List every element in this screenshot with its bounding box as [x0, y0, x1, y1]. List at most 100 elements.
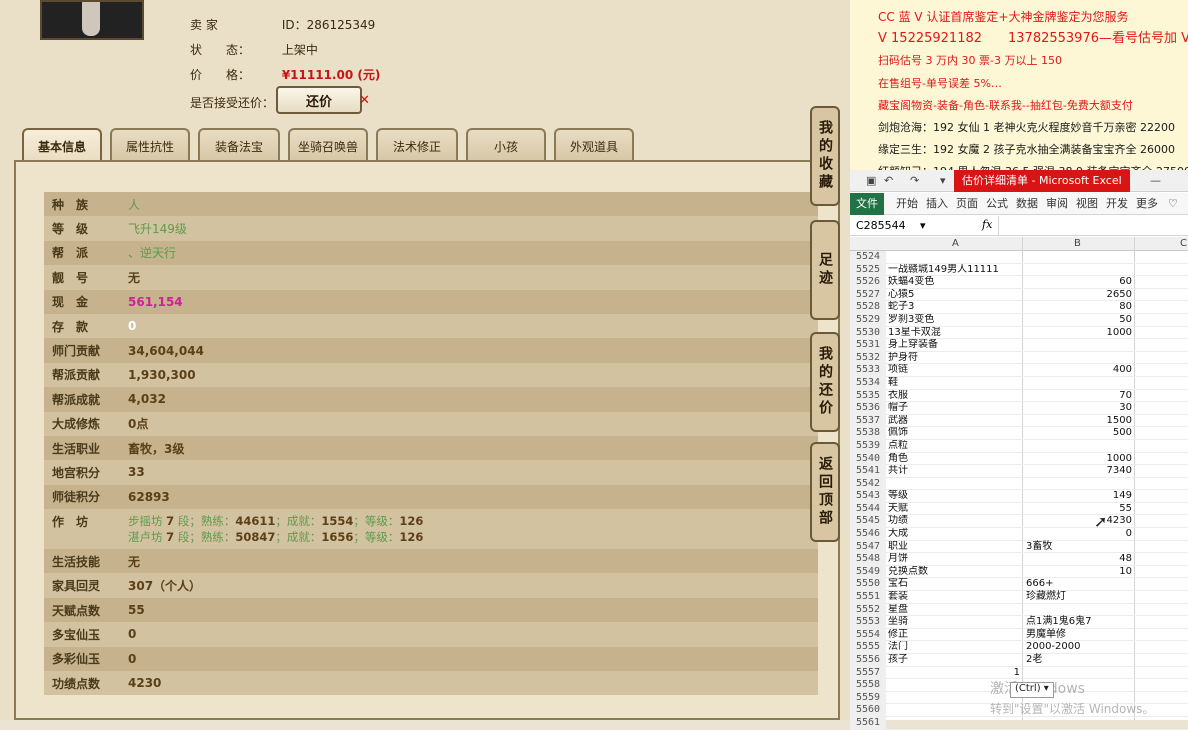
row-number[interactable]: 5551 — [850, 591, 886, 604]
cell-a[interactable]: 一战赣城149男人11111 — [888, 264, 1022, 277]
row-number[interactable]: 5549 — [850, 565, 886, 579]
cell-b[interactable] — [1024, 339, 1134, 352]
cell-b[interactable]: 48 — [1024, 553, 1134, 566]
cell-b[interactable]: 10 — [1024, 566, 1134, 579]
cell-a[interactable] — [888, 717, 1022, 730]
cell-a[interactable]: 功绩 — [888, 515, 1022, 528]
row-number[interactable]: 5539 — [850, 439, 886, 453]
name-box[interactable]: C285544 — [856, 219, 906, 232]
sheet-row[interactable]: 5543 等级 149 — [850, 490, 1188, 503]
cell-a[interactable]: 项链 — [888, 364, 1022, 377]
cell-a[interactable]: 天赋 — [888, 503, 1022, 516]
cell-a[interactable] — [888, 478, 1022, 491]
cell-a[interactable]: 衣服 — [888, 390, 1022, 403]
row-number[interactable]: 5533 — [850, 364, 886, 377]
cell-a[interactable] — [888, 251, 1022, 264]
tab-equipment[interactable]: 装备法宝 — [198, 128, 280, 162]
sheet-row[interactable]: 5551 套装 珍藏燃灯 — [850, 591, 1188, 604]
cell-b[interactable]: 珍藏燃灯 — [1024, 591, 1134, 604]
sheet-row[interactable]: 5561 — [850, 716, 1188, 730]
cell-a[interactable]: 月饼 — [888, 553, 1022, 566]
counter-offer-button[interactable]: 还价 — [276, 86, 362, 114]
row-number[interactable]: 5542 — [850, 477, 886, 491]
cell-b[interactable]: 0 — [1024, 528, 1134, 541]
row-number[interactable]: 5553 — [850, 616, 886, 629]
cell-b[interactable]: 30 — [1024, 402, 1134, 415]
cell-b[interactable]: 点1满1鬼6鬼7 — [1024, 616, 1134, 629]
row-number[interactable]: 5529 — [850, 313, 886, 327]
row-number[interactable]: 5543 — [850, 490, 886, 503]
cell-b[interactable]: 666+ — [1024, 578, 1134, 591]
cell-b[interactable]: 2000-2000 — [1024, 641, 1134, 654]
row-number[interactable]: 5559 — [850, 691, 886, 705]
tab-basic-info[interactable]: 基本信息 — [22, 128, 102, 162]
tab-more[interactable]: 更多 — [1136, 193, 1158, 215]
sheet-row[interactable]: 5556 孩子 2老 — [850, 654, 1188, 667]
cell-b[interactable]: 50 — [1024, 314, 1134, 327]
cell-a[interactable]: 等级 — [888, 490, 1022, 503]
cell-a[interactable]: 职业 — [888, 541, 1022, 554]
save-icon[interactable]: ▣ — [866, 174, 876, 187]
cell-a[interactable]: 角色 — [888, 453, 1022, 466]
row-number[interactable]: 5555 — [850, 641, 886, 654]
cell-a[interactable]: 法门 — [888, 641, 1022, 654]
cell-b[interactable]: 500 — [1024, 427, 1134, 440]
cell-b[interactable] — [1024, 352, 1134, 365]
footprint-button[interactable]: 足迹 — [810, 220, 840, 320]
cell-a[interactable]: 护身符 — [888, 352, 1022, 365]
cell-b[interactable] — [1024, 717, 1134, 730]
undo-icon[interactable]: ↶ — [884, 174, 893, 187]
cell-b[interactable]: 400 — [1024, 364, 1134, 377]
cell-a[interactable]: 心猿5 — [888, 289, 1022, 302]
close-icon[interactable]: ✕ — [359, 93, 370, 108]
sheet-row[interactable]: 5546 大成 0 — [850, 528, 1188, 541]
sheet-row[interactable]: 5547 职业 3畜牧 — [850, 540, 1188, 554]
sheet-row[interactable]: 5528 蛇子3 80 — [850, 301, 1188, 314]
cell-a[interactable]: 坐骑 — [888, 616, 1022, 629]
row-number[interactable]: 5552 — [850, 603, 886, 617]
cell-a[interactable]: 武器 — [888, 415, 1022, 428]
sheet-row[interactable]: 5525 一战赣城149男人11111 — [850, 263, 1188, 277]
cell-a[interactable]: 共计 — [888, 465, 1022, 478]
cell-a[interactable]: 妖蝠4变色 — [888, 276, 1022, 289]
sheet-row[interactable]: 5548 月饼 48 — [850, 553, 1188, 566]
tab-view[interactable]: 视图 — [1076, 193, 1098, 215]
sheet-row[interactable]: 5545 功绩 4230 — [850, 515, 1188, 529]
sheet-row[interactable]: 5535 衣服 70 — [850, 389, 1188, 403]
cell-a[interactable]: 佩饰 — [888, 427, 1022, 440]
cell-b[interactable]: 1000 — [1024, 327, 1134, 340]
cell-a[interactable]: 罗刹3变色 — [888, 314, 1022, 327]
row-number[interactable]: 5534 — [850, 376, 886, 390]
sheet-row[interactable]: 5526 妖蝠4变色 60 — [850, 276, 1188, 289]
row-number[interactable]: 5561 — [850, 716, 886, 730]
cell-b[interactable] — [1024, 440, 1134, 453]
sheet-row[interactable]: 5550 宝石 666+ — [850, 578, 1188, 592]
row-number[interactable]: 5540 — [850, 452, 886, 466]
sheet-row[interactable]: 5553 坐骑 点1满1鬼6鬼7 — [850, 616, 1188, 629]
cell-a[interactable]: 13星卡双混 — [888, 327, 1022, 340]
cell-b[interactable]: 149 — [1024, 490, 1134, 503]
row-number[interactable]: 5538 — [850, 427, 886, 440]
sheet-row[interactable]: 5536 帽子 30 — [850, 402, 1188, 415]
row-number[interactable]: 5547 — [850, 540, 886, 554]
sheet-row[interactable]: 5540 角色 1000 — [850, 452, 1188, 466]
cell-a[interactable]: 套装 — [888, 591, 1022, 604]
cell-b[interactable] — [1024, 251, 1134, 264]
row-number[interactable]: 5535 — [850, 389, 886, 403]
cell-a[interactable]: 星盘 — [888, 604, 1022, 617]
cell-b[interactable] — [1024, 478, 1134, 491]
my-favorites-button[interactable]: 我的收藏 — [810, 106, 840, 206]
cell-a[interactable]: 大成 — [888, 528, 1022, 541]
tab-home[interactable]: 开始 — [896, 193, 918, 215]
tab-children[interactable]: 小孩 — [466, 128, 546, 162]
cell-b[interactable]: 1500 — [1024, 415, 1134, 428]
cell-a[interactable]: 点粒 — [888, 440, 1022, 453]
sheet-row[interactable]: 5555 法门 2000-2000 — [850, 641, 1188, 654]
tab-formulas[interactable]: 公式 — [986, 193, 1008, 215]
sheet-row[interactable]: 5533 项链 400 — [850, 364, 1188, 377]
cell-a[interactable]: 兑换点数 — [888, 566, 1022, 579]
sheet-row[interactable]: 5534 鞋 — [850, 376, 1188, 390]
fx-icon[interactable]: fx — [982, 218, 992, 231]
row-number[interactable]: 5557 — [850, 666, 886, 680]
row-number[interactable]: 5526 — [850, 276, 886, 289]
